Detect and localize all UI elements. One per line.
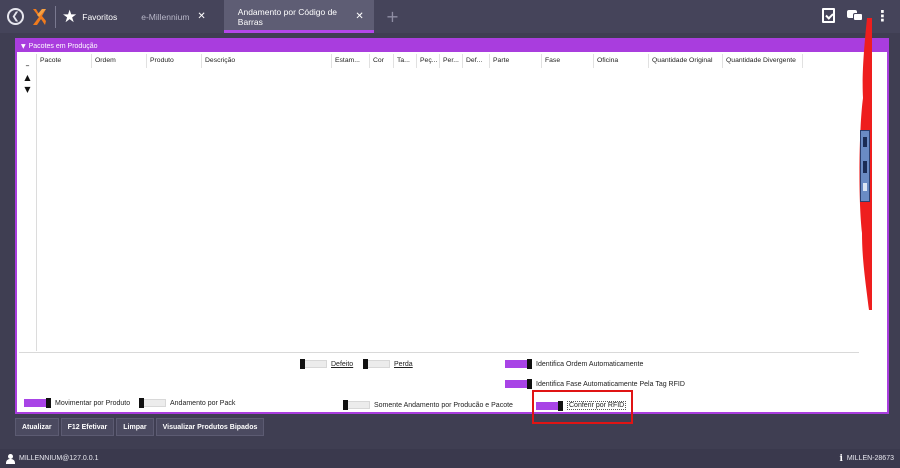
identifica-fase-label: Identifica Fase Automaticamente Pela Tag… bbox=[536, 380, 685, 388]
col-quantidade-divergente[interactable]: Quantidade Divergente bbox=[723, 54, 803, 68]
tab-e-millennium[interactable]: e-Millennium ✕ bbox=[127, 0, 216, 33]
col-pecas[interactable]: Peç... bbox=[417, 54, 440, 68]
arrow-up-icon[interactable]: ▲ bbox=[19, 72, 36, 84]
defeito-toggle[interactable]: Defeito bbox=[300, 359, 354, 369]
status-server: i MILLEN-28673 bbox=[839, 454, 894, 464]
atualizar-button[interactable]: Atualizar bbox=[15, 418, 59, 436]
col-estampa[interactable]: Estam... bbox=[332, 54, 370, 68]
tab-label: Andamento por Código de Barras bbox=[237, 6, 338, 27]
status-server-text: MILLEN-28673 bbox=[846, 455, 894, 462]
divider bbox=[55, 5, 56, 28]
favorites-label[interactable]: Favoritos bbox=[82, 12, 117, 22]
top-bar: ❮ ★ Favoritos e-Millennium ✕ Andamento p… bbox=[0, 0, 900, 33]
col-quantidade-original[interactable]: Quantidade Original bbox=[649, 54, 723, 68]
minus-icon[interactable]: – bbox=[19, 60, 36, 72]
panel-title: Pacotes em Produção bbox=[28, 42, 98, 50]
perda-toggle[interactable]: Perda bbox=[363, 359, 413, 369]
perda-label: Perda bbox=[394, 360, 413, 368]
andamento-pack-toggle[interactable]: Andamento por Pack bbox=[139, 398, 236, 408]
movimentar-produto-label: Movimentar por Produto bbox=[55, 399, 131, 407]
col-descricao[interactable]: Descrição bbox=[202, 54, 332, 68]
col-produto[interactable]: Produto bbox=[147, 54, 202, 68]
tab-label: e-Millennium bbox=[141, 11, 190, 22]
col-fase[interactable]: Fase bbox=[542, 54, 594, 68]
grid-header: Pacote Ordem Produto Descrição Estam... … bbox=[37, 54, 803, 68]
pacotes-panel: ▼ Pacotes em Produção – ▲ ▼ Pacote Ordem… bbox=[15, 38, 889, 414]
toggle-switch[interactable] bbox=[505, 379, 532, 389]
millennium-logo-icon[interactable] bbox=[31, 7, 47, 27]
close-icon[interactable]: ✕ bbox=[197, 11, 205, 22]
identifica-fase-toggle[interactable]: Identifica Fase Automaticamente Pela Tag… bbox=[505, 379, 685, 389]
movimentar-produto-toggle[interactable]: Movimentar por Produto bbox=[24, 398, 131, 408]
status-user-text: MILLENNIUM@127.0.0.1 bbox=[19, 455, 99, 462]
info-icon: i bbox=[839, 453, 843, 464]
scrollbar-thumb[interactable] bbox=[860, 130, 870, 202]
col-cor[interactable]: Cor bbox=[370, 54, 394, 68]
add-tab-icon[interactable]: + bbox=[386, 7, 399, 26]
topbar-actions: ⋮ bbox=[822, 8, 890, 23]
col-parte[interactable]: Parte bbox=[490, 54, 542, 68]
f12-efetivar-button[interactable]: F12 Efetivar bbox=[60, 418, 115, 436]
col-oficina[interactable]: Oficina bbox=[594, 54, 649, 68]
toggle-switch[interactable] bbox=[24, 398, 51, 408]
close-icon[interactable]: ✕ bbox=[355, 11, 363, 22]
grid-row-controls: – ▲ ▼ bbox=[19, 54, 37, 351]
toggle-switch[interactable] bbox=[343, 400, 370, 410]
action-buttons: Atualizar F12 Efetivar Limpar Visualizar… bbox=[15, 418, 265, 436]
col-perda[interactable]: Per... bbox=[440, 54, 463, 68]
user-icon bbox=[6, 453, 15, 464]
status-bar: MILLENNIUM@127.0.0.1 i MILLEN-28673 bbox=[0, 449, 900, 468]
col-pacote[interactable]: Pacote bbox=[37, 54, 92, 68]
clipboard-check-icon[interactable] bbox=[822, 8, 835, 23]
highlight-box bbox=[532, 390, 633, 424]
col-tamanho[interactable]: Ta... bbox=[394, 54, 417, 68]
grid-bottom-divider bbox=[19, 352, 859, 353]
col-ordem[interactable]: Ordem bbox=[92, 54, 147, 68]
visualizar-produtos-bipados-button[interactable]: Visualizar Produtos Bipados bbox=[155, 418, 265, 436]
toggle-switch[interactable] bbox=[505, 359, 532, 369]
identifica-ordem-toggle[interactable]: Identifica Ordem Automaticamente bbox=[505, 359, 644, 369]
somente-andamento-label: Somente Andamento por Producão e Pacote bbox=[374, 401, 513, 409]
arrow-down-icon[interactable]: ▼ bbox=[19, 84, 36, 96]
somente-andamento-toggle[interactable]: Somente Andamento por Producão e Pacote bbox=[343, 400, 513, 410]
kebab-menu-icon[interactable]: ⋮ bbox=[875, 8, 890, 23]
col-defeito[interactable]: Def... bbox=[463, 54, 490, 68]
star-icon[interactable]: ★ bbox=[62, 7, 77, 27]
identifica-ordem-label: Identifica Ordem Automaticamente bbox=[536, 360, 644, 368]
back-icon[interactable]: ❮ bbox=[7, 8, 24, 25]
collapse-caret-icon[interactable]: ▼ bbox=[21, 43, 26, 50]
toggle-switch[interactable] bbox=[363, 359, 390, 369]
toggle-switch[interactable] bbox=[300, 359, 327, 369]
toggle-switch[interactable] bbox=[139, 398, 166, 408]
andamento-pack-label: Andamento por Pack bbox=[170, 399, 236, 407]
panel-header[interactable]: ▼ Pacotes em Produção bbox=[17, 40, 887, 52]
defeito-label: Defeito bbox=[331, 360, 354, 368]
status-user: MILLENNIUM@127.0.0.1 bbox=[6, 453, 99, 464]
tab-andamento-codigo-barras[interactable]: Andamento por Código de Barras ✕ bbox=[223, 0, 374, 33]
limpar-button[interactable]: Limpar bbox=[116, 418, 154, 436]
